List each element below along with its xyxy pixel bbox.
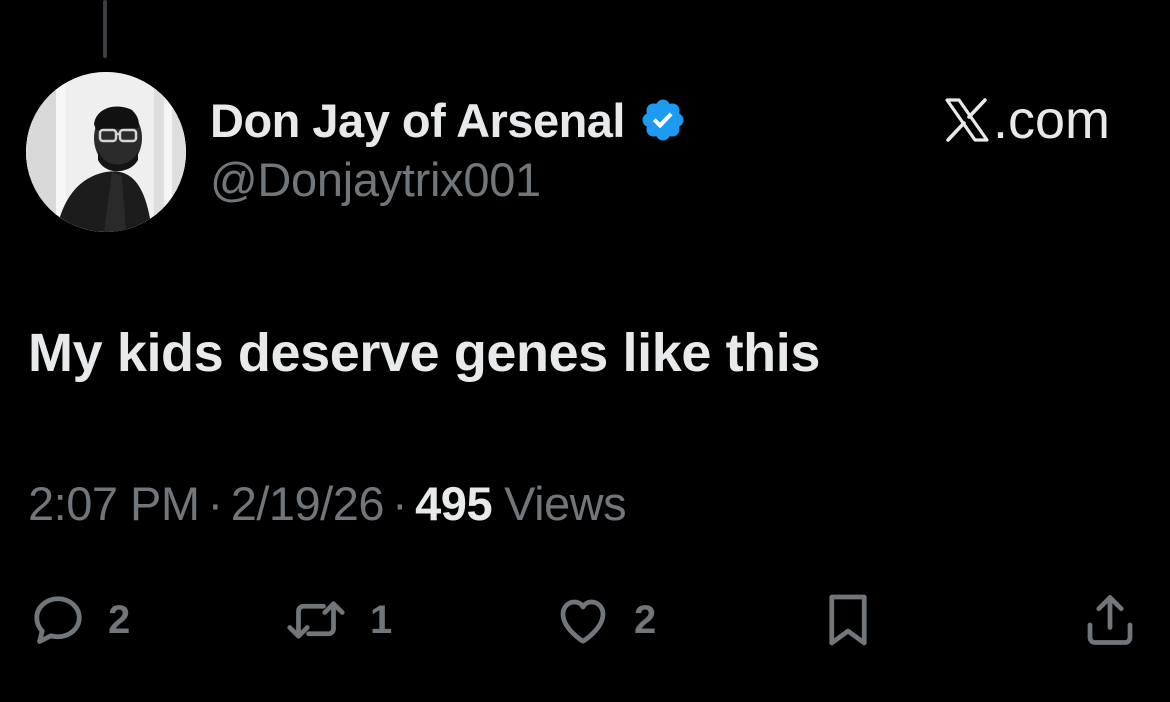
repost-icon xyxy=(287,601,345,639)
share-icon xyxy=(1087,595,1133,645)
post-time[interactable]: 2:07 PM xyxy=(28,476,200,531)
like-button[interactable]: 2 xyxy=(552,588,656,652)
source-brand: .com xyxy=(943,88,1110,152)
author-display-name[interactable]: Don Jay of Arsenal xyxy=(210,93,626,148)
views-count: 495 xyxy=(415,477,493,530)
meta-separator: · xyxy=(207,477,224,530)
avatar[interactable] xyxy=(26,72,186,232)
heart-icon xyxy=(560,599,606,644)
reply-button[interactable]: 2 xyxy=(28,588,130,652)
reply-icon xyxy=(34,596,82,644)
post-date[interactable]: 2/19/26 xyxy=(231,476,385,531)
source-domain-label: .com xyxy=(992,90,1110,150)
share-button[interactable] xyxy=(1080,588,1140,652)
repost-button[interactable]: 1 xyxy=(282,588,392,652)
action-bar: 2 1 2 xyxy=(0,588,1170,652)
views-label: Views xyxy=(504,477,627,530)
reply-count: 2 xyxy=(108,597,131,642)
bookmark-button[interactable] xyxy=(818,588,878,652)
repost-count: 1 xyxy=(370,597,393,642)
author-handle[interactable]: @Donjaytrix001 xyxy=(210,152,541,207)
x-logo-icon xyxy=(945,98,989,142)
author-name-row: Don Jay of Arsenal xyxy=(210,88,687,152)
like-count: 2 xyxy=(634,597,657,642)
post-metadata: 2:07 PM · 2/19/26 · 495 Views xyxy=(28,476,627,531)
avatar-photo xyxy=(26,72,186,232)
post-text: My kids deserve genes like this xyxy=(28,323,820,383)
verified-badge-icon[interactable] xyxy=(639,96,687,144)
meta-separator: · xyxy=(392,477,408,530)
bookmark-icon xyxy=(829,594,867,646)
thread-connector-line xyxy=(103,0,107,58)
